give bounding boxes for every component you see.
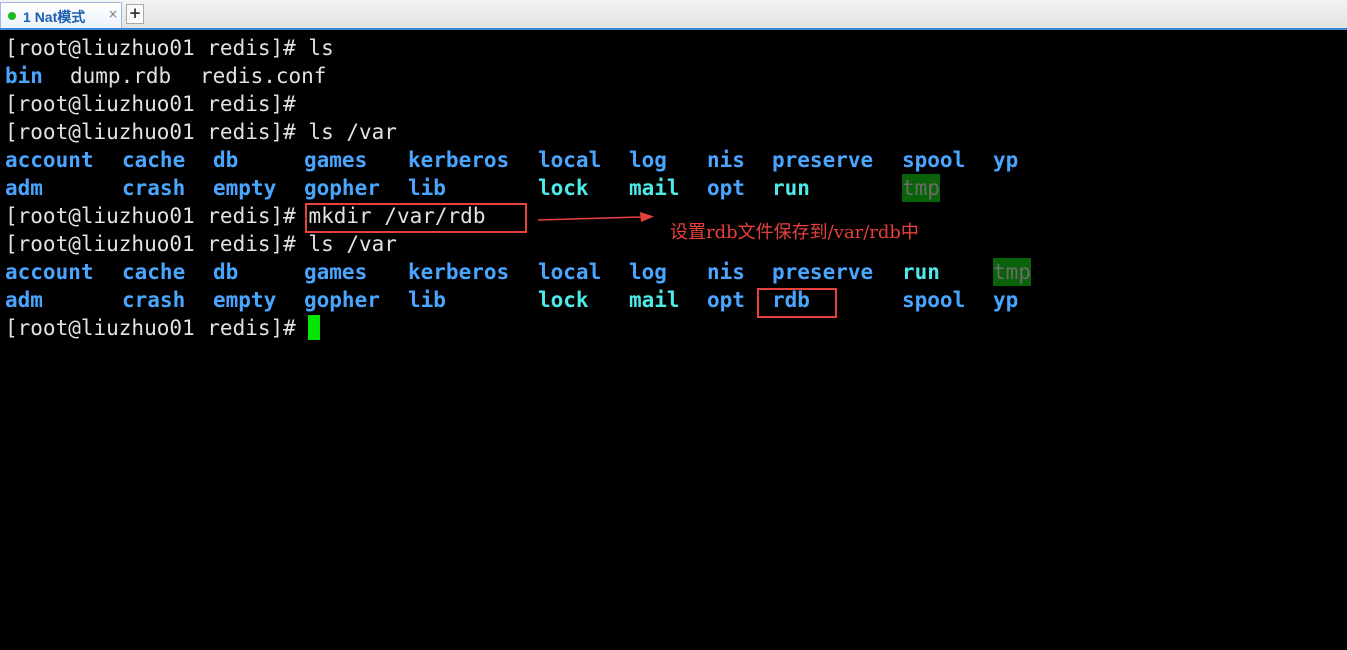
ls-entry: preserve [772, 148, 874, 172]
ls-entry: lock [538, 176, 589, 200]
ls-entry: cache [122, 148, 186, 172]
terminal-line-ls-var-row: account cache db games kerberos local lo… [0, 146, 1347, 174]
terminal-prompt: [root@liuzhuo01 redis]# [5, 316, 296, 340]
session-tab-title: Nat模式 [34, 9, 86, 25]
ls-entry: cache [122, 260, 186, 284]
ls-entry: dump.rdb [70, 64, 172, 88]
ls-entry: redis.conf [200, 64, 327, 88]
terminal-line-active-prompt[interactable]: [root@liuzhuo01 redis]# [5, 314, 321, 342]
ls-entry: account [5, 260, 94, 284]
ls-entry: games [304, 260, 368, 284]
session-tab-label: 1 Nat模式 [23, 7, 85, 27]
ls-entry: games [304, 148, 368, 172]
ls-entry: run [902, 260, 940, 284]
terminal-line-cmd-ls-var: [root@liuzhuo01 redis]# ls /var [5, 232, 397, 256]
terminal-output[interactable]: [root@liuzhuo01 redis]# ls bin dump.rdb … [0, 30, 1347, 562]
rdb-highlight-box [757, 288, 837, 318]
ls-entry: local [538, 148, 602, 172]
ls-entry: nis [707, 148, 745, 172]
terminal-line-ls-var-row: adm crash empty gopher lib lock mail opt… [0, 174, 1347, 202]
ls-entry: db [213, 148, 239, 172]
ls-entry: gopher [304, 176, 380, 200]
ls-entry: local [538, 260, 602, 284]
ls-entry: crash [122, 288, 186, 312]
terminal-prompt: [root@liuzhuo01 redis]# [5, 204, 296, 228]
ls-entry: opt [707, 288, 745, 312]
ls-entry: tmp [902, 174, 940, 202]
ls-entry: kerberos [408, 148, 510, 172]
ls-entry: empty [213, 288, 277, 312]
ls-entry: lock [538, 288, 589, 312]
ls-entry: yp [993, 288, 1019, 312]
ls-entry: log [629, 148, 667, 172]
terminal-line-cmd-ls-var: [root@liuzhuo01 redis]# ls /var [5, 120, 397, 144]
ls-entry: yp [993, 148, 1019, 172]
ls-entry: crash [122, 176, 186, 200]
close-tab-icon[interactable]: × [108, 7, 118, 21]
connection-status-icon [8, 12, 16, 20]
ls-entry: adm [5, 176, 43, 200]
ls-entry: gopher [304, 288, 380, 312]
ls-entry: opt [707, 176, 745, 200]
session-tab-index: 1 [23, 9, 31, 25]
annotation-arrow-icon [537, 212, 654, 222]
mkdir-highlight-box [305, 203, 527, 233]
ls-entry: db [213, 260, 239, 284]
ls-entry: adm [5, 288, 43, 312]
ls-entry: spool [902, 148, 966, 172]
ls-entry: spool [902, 288, 966, 312]
terminal-line-ls-var-row: adm crash empty gopher lib lock mail opt… [0, 286, 1347, 314]
ls-entry: mail [629, 176, 680, 200]
terminal-line-cmd-ls: [root@liuzhuo01 redis]# ls [5, 36, 334, 60]
ls-entry: mail [629, 288, 680, 312]
ls-entry: kerberos [408, 260, 510, 284]
ls-entry: account [5, 148, 94, 172]
terminal-line-ls-redis: bin dump.rdb redis.conf [0, 62, 1347, 90]
annotation-note: 设置rdb文件保存到/var/rdb中 [670, 222, 919, 243]
session-tab[interactable]: 1 Nat模式 × [0, 2, 122, 28]
terminal-line-ls-var-row: account cache db games kerberos local lo… [0, 258, 1347, 286]
ls-entry: nis [707, 260, 745, 284]
text-cursor [308, 315, 321, 340]
ls-entry: run [772, 176, 810, 200]
terminal-line-prompt: [root@liuzhuo01 redis]# [5, 92, 296, 116]
new-tab-button[interactable]: + [126, 4, 144, 24]
session-tab-bar: 1 Nat模式 × + [0, 0, 1347, 30]
ls-entry: lib [408, 176, 446, 200]
ls-entry: lib [408, 288, 446, 312]
ls-entry: preserve [772, 260, 874, 284]
ls-entry: tmp [993, 258, 1031, 286]
ls-entry: bin [5, 64, 43, 88]
ls-entry: log [629, 260, 667, 284]
ls-entry: empty [213, 176, 277, 200]
